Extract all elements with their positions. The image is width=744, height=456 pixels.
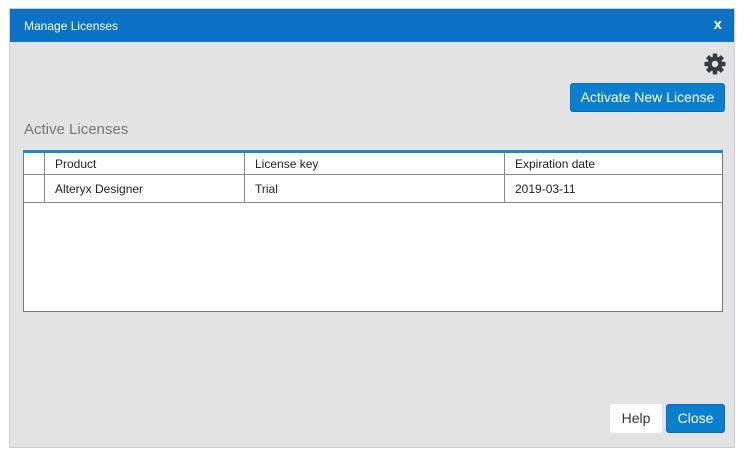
table-header: Product License key Expiration date [24,153,722,175]
title-bar: Manage Licenses x [10,9,734,42]
column-header-expiration[interactable]: Expiration date [505,153,722,174]
table-row[interactable]: Alteryx Designer Trial 2019-03-11 [24,175,722,203]
dialog-title: Manage Licenses [24,19,119,33]
column-header-product[interactable]: Product [45,153,245,174]
cell-product: Alteryx Designer [45,175,245,202]
manage-licenses-dialog: Manage Licenses x Activate New License A… [9,8,735,448]
close-button[interactable]: Close [666,404,725,433]
select-column-header [24,153,45,174]
licenses-table: Product License key Expiration date Alte… [23,150,723,312]
close-icon[interactable]: x [714,16,722,33]
activate-new-license-button[interactable]: Activate New License [570,83,725,112]
help-button[interactable]: Help [610,404,662,433]
column-header-license-key[interactable]: License key [245,153,505,174]
cell-license-key: Trial [245,175,505,202]
gear-icon[interactable] [704,53,726,75]
row-selector[interactable] [24,175,45,202]
section-title: Active Licenses [24,121,129,138]
cell-expiration: 2019-03-11 [515,181,576,196]
